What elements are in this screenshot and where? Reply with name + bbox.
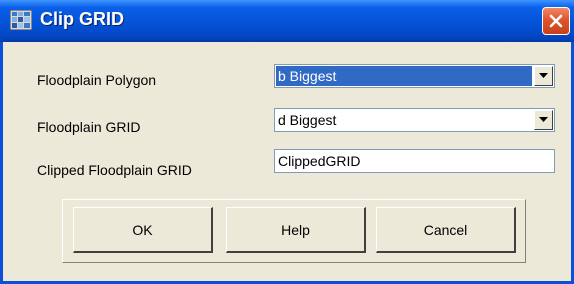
floodplain-grid-value: d Biggest [278,112,337,128]
dialog-window: Clip GRID Floodplain Polygon b Biggest F… [0,0,574,284]
grid-app-icon [10,10,32,30]
floodplain-polygon-dropdown-button[interactable] [534,66,553,86]
title-bar[interactable]: Clip GRID [0,0,574,42]
close-x-icon [549,14,563,28]
floodplain-polygon-dropdown[interactable]: b Biggest [274,64,555,88]
clipped-grid-label: Clipped Floodplain GRID [37,162,192,178]
floodplain-polygon-label: Floodplain Polygon [37,72,157,88]
floodplain-polygon-value: b Biggest [276,66,532,86]
chevron-down-icon [539,117,548,122]
cancel-button[interactable]: Cancel [376,207,516,253]
dialog-body: Floodplain Polygon b Biggest Floodplain … [3,42,571,281]
ok-button[interactable]: OK [73,207,213,253]
floodplain-grid-dropdown-button[interactable] [534,110,553,130]
chevron-down-icon [539,73,548,78]
clipped-grid-input[interactable]: ClippedGRID [274,149,555,173]
help-button[interactable]: Help [226,207,366,253]
close-button[interactable] [542,7,570,35]
floodplain-grid-label: Floodplain GRID [37,119,141,135]
window-title: Clip GRID [40,9,124,29]
floodplain-grid-dropdown[interactable]: d Biggest [274,108,555,132]
